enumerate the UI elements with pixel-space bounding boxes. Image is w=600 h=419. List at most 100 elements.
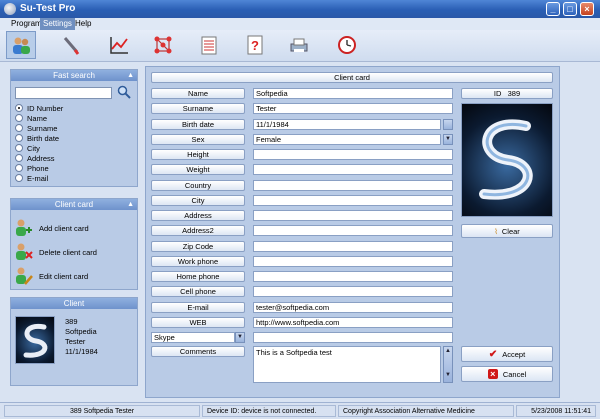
cancel-label: Cancel	[502, 369, 527, 379]
collapse-chevron-icon[interactable]: ▲	[127, 70, 134, 81]
accept-label: Accept	[502, 349, 526, 359]
radio-button[interactable]	[15, 154, 23, 162]
accept-button[interactable]: ✔ Accept	[461, 346, 553, 362]
radio-phone[interactable]: Phone	[15, 163, 49, 173]
field-weight[interactable]	[253, 164, 453, 175]
close-button[interactable]: ×	[580, 2, 594, 16]
add-client-card-button[interactable]: Add client card	[13, 218, 89, 238]
field-web[interactable]: http://www.softpedia.com	[253, 317, 453, 328]
radio-name[interactable]: Name	[15, 113, 47, 123]
notepad-icon[interactable]	[194, 31, 224, 59]
radio-label: Surname	[27, 123, 58, 133]
client-summary: 389 Softpedia Tester 11/1/1984	[65, 317, 98, 357]
field-zip-code[interactable]	[253, 241, 453, 252]
client-name: Softpedia	[65, 327, 97, 336]
radio-birth-date[interactable]: Birth date	[15, 133, 59, 143]
collapse-chevron-icon[interactable]: ▲	[127, 199, 134, 210]
field-address2[interactable]	[253, 225, 453, 236]
search-input[interactable]	[15, 87, 112, 99]
field-e-mail[interactable]: tester@softpedia.com	[253, 302, 453, 313]
field-skype[interactable]	[253, 332, 453, 343]
clock-icon[interactable]	[332, 31, 362, 59]
edit-user-icon	[16, 267, 33, 285]
field-city[interactable]	[253, 195, 453, 206]
fast-search-panel: Fast search ▲ ID Number Name Surname Bir…	[10, 69, 138, 187]
radio-button[interactable]	[15, 164, 23, 172]
question-icon[interactable]: ?	[240, 31, 270, 59]
field-birth-date[interactable]: 11/1/1984	[253, 119, 441, 130]
molecule-icon[interactable]	[148, 31, 178, 59]
radio-label: Address	[27, 153, 55, 163]
radio-button[interactable]	[15, 104, 23, 112]
clear-button[interactable]: ⌇ Clear	[461, 224, 553, 238]
label-weight: Weight	[151, 164, 245, 175]
field-country[interactable]	[253, 180, 453, 191]
chevron-down-icon[interactable]: ▼	[443, 134, 453, 145]
id-header: ID 389	[461, 88, 553, 99]
client-panel-header: Client	[11, 298, 137, 309]
menu-bar: Program Settings Help	[0, 18, 600, 30]
label-country: Country	[151, 180, 245, 191]
radio-city[interactable]: City	[15, 143, 40, 153]
form-title: Client card	[151, 72, 553, 83]
title-bar: Su-Test Pro _ □ ×	[0, 0, 600, 18]
field-sex[interactable]: Female	[253, 134, 441, 145]
printer-icon[interactable]	[284, 31, 314, 59]
messenger-select[interactable]: Skype	[151, 332, 235, 343]
radio-id-number[interactable]: ID Number	[15, 103, 63, 113]
client-card-header[interactable]: Client card ▲	[11, 199, 137, 210]
label-name: Name	[151, 88, 245, 99]
field-work-phone[interactable]	[253, 256, 453, 267]
comments-scrollbar[interactable]: ▲ ▼	[443, 346, 453, 383]
fast-search-header[interactable]: Fast search ▲	[11, 70, 137, 81]
status-datetime: 5/23/2008 11:51:41	[516, 405, 596, 417]
label-address2: Address2	[151, 225, 245, 236]
cancel-button[interactable]: × Cancel	[461, 366, 553, 382]
label-zip-code: Zip Code	[151, 241, 245, 252]
radio-surname[interactable]: Surname	[15, 123, 57, 133]
clients-icon[interactable]	[6, 31, 36, 59]
status-device: Device ID: device is not connected.	[202, 405, 336, 417]
radio-address[interactable]: Address	[15, 153, 55, 163]
minimize-button[interactable]: _	[546, 2, 560, 16]
field-surname[interactable]: Tester	[253, 103, 453, 114]
client-birth-date: 11/1/1984	[65, 347, 98, 356]
client-panel: Client 389 Softpedia Tester 11/1/1984	[10, 297, 138, 386]
radio-label: E-mail	[27, 173, 49, 183]
label-web: WEB	[151, 317, 245, 328]
checkmark-icon: ✔	[488, 348, 498, 360]
radio-button[interactable]	[15, 134, 23, 142]
field-height[interactable]	[253, 149, 453, 160]
delete-client-card-button[interactable]: Delete client card	[13, 242, 97, 262]
radio-email[interactable]: E-mail	[15, 173, 48, 183]
radio-button[interactable]	[15, 144, 23, 152]
field-address[interactable]	[253, 210, 453, 221]
client-card-panel: Client card ▲ Add client card Delete cli…	[10, 198, 138, 290]
field-cell-phone[interactable]	[253, 286, 453, 297]
radio-button[interactable]	[15, 174, 23, 182]
chart-icon[interactable]	[104, 31, 134, 59]
pipette-icon[interactable]	[56, 31, 86, 59]
radio-label: Phone	[27, 163, 49, 173]
comments-textarea[interactable]: This is a Softpedia test	[253, 346, 441, 383]
toolbar: ?	[0, 30, 600, 62]
menu-settings[interactable]: Settings	[40, 18, 75, 30]
fast-search-title: Fast search	[53, 71, 95, 80]
label-e-mail: E-mail	[151, 302, 245, 313]
window-title: Su-Test Pro	[20, 3, 76, 14]
client-card-panel-title: Client card	[54, 200, 94, 209]
menu-help[interactable]: Help	[72, 18, 94, 30]
radio-button[interactable]	[15, 124, 23, 132]
radio-button[interactable]	[15, 114, 23, 122]
field-name[interactable]: Softpedia	[253, 88, 453, 99]
edit-client-card-button[interactable]: Edit client card	[13, 266, 88, 286]
svg-text:?: ?	[251, 38, 259, 53]
search-icon[interactable]	[117, 85, 131, 99]
maximize-button[interactable]: □	[563, 2, 577, 16]
chevron-down-icon[interactable]: ▼	[235, 332, 245, 343]
calendar-picker-button[interactable]	[443, 119, 453, 130]
field-home-phone[interactable]	[253, 271, 453, 282]
radio-label: ID Number	[27, 103, 64, 113]
delete-user-icon	[16, 243, 33, 260]
status-copyright: Copyright Association Alternative Medici…	[338, 405, 514, 417]
